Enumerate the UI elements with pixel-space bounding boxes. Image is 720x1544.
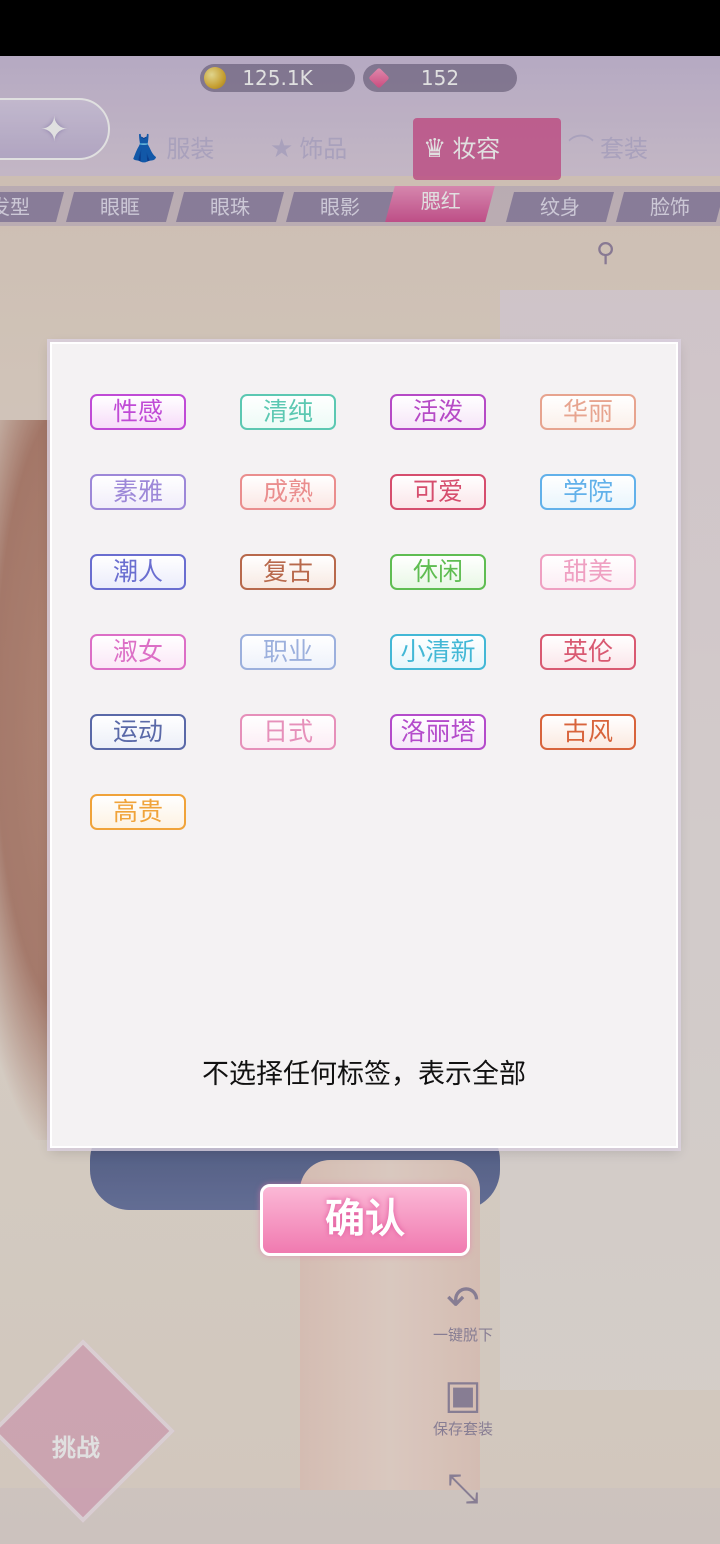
style-tag[interactable]: 潮人 <box>90 554 186 590</box>
style-tag[interactable]: 日式 <box>240 714 336 750</box>
style-tag[interactable]: 甜美 <box>540 554 636 590</box>
style-tag[interactable]: 素雅 <box>90 474 186 510</box>
style-tag[interactable]: 可爱 <box>390 474 486 510</box>
style-tag[interactable]: 运动 <box>90 714 186 750</box>
style-tag[interactable]: 高贵 <box>90 794 186 830</box>
confirm-button[interactable]: 确认 <box>260 1184 470 1256</box>
style-tag[interactable]: 英伦 <box>540 634 636 670</box>
style-tag[interactable]: 学院 <box>540 474 636 510</box>
style-tag[interactable]: 清纯 <box>240 394 336 430</box>
style-tag[interactable]: 活泼 <box>390 394 486 430</box>
filter-hint: 不选择任何标签，表示全部 <box>202 1059 526 1090</box>
style-tag[interactable]: 性感 <box>90 394 186 430</box>
style-tag[interactable]: 洛丽塔 <box>390 714 486 750</box>
status-bar <box>0 0 720 56</box>
style-tag[interactable]: 休闲 <box>390 554 486 590</box>
style-tag[interactable]: 古风 <box>540 714 636 750</box>
style-tag[interactable]: 成熟 <box>240 474 336 510</box>
style-tag[interactable]: 淑女 <box>90 634 186 670</box>
style-tag[interactable]: 复古 <box>240 554 336 590</box>
style-tag[interactable]: 职业 <box>240 634 336 670</box>
style-tag[interactable]: 小清新 <box>390 634 486 670</box>
game-screen: 125.1K 152 ✦ 👗 服装 ★ 饰品 ♛ 妆容 ⌒ 套装 发型 眼眶 眼珠 眼影… <box>0 0 720 1544</box>
style-tag[interactable]: 华丽 <box>540 394 636 430</box>
tag-filter-dialog: 性感 清纯 活泼 华丽素雅 成熟 可爱 学院潮人 复古 休闲 甜美淑女 职业 小清新 英伦运动 日式 洛丽塔… <box>50 342 678 1148</box>
